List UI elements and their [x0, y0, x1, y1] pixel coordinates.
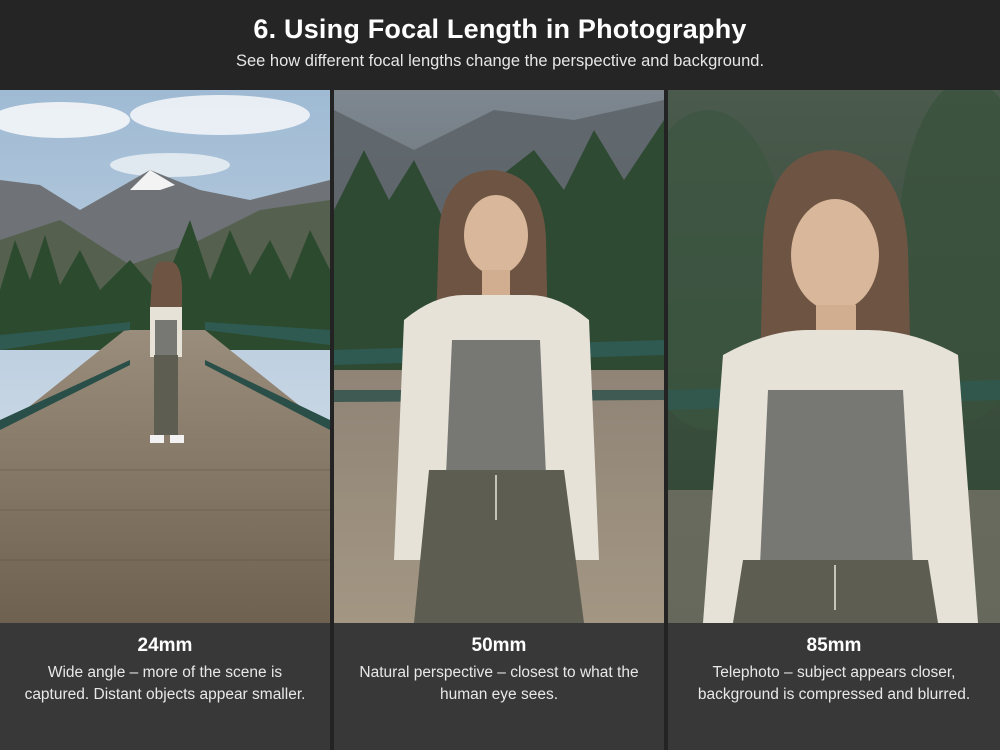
focal-length-label: 85mm — [806, 635, 862, 656]
focal-length-description: Telephoto – subject appears closer, back… — [697, 664, 971, 703]
focal-length-description: Wide angle – more of the scene is captur… — [24, 664, 306, 703]
focal-panel-85mm: 85mm Telephoto – subject appears closer,… — [668, 90, 1000, 750]
photo-50mm-illustration — [334, 90, 664, 623]
photo-50mm — [334, 90, 664, 623]
caption-24mm: 24mm Wide angle – more of the scene is c… — [0, 623, 330, 750]
focal-panel-50mm: 50mm Natural perspective – closest to wh… — [334, 90, 664, 750]
focal-length-label: 50mm — [471, 635, 527, 656]
focal-panel-24mm: 24mm Wide angle – more of the scene is c… — [0, 90, 330, 750]
photo-85mm-illustration — [668, 90, 1000, 623]
photo-24mm — [0, 90, 330, 623]
page-subtitle: See how different focal lengths change t… — [235, 52, 765, 70]
photo-24mm-illustration — [0, 90, 330, 623]
caption-85mm: 85mm Telephoto – subject appears closer,… — [668, 623, 1000, 750]
header: 6. Using Focal Length in Photography See… — [0, 0, 1000, 90]
caption-50mm: 50mm Natural perspective – closest to wh… — [334, 623, 664, 750]
focal-length-label: 24mm — [137, 635, 193, 656]
photo-85mm — [668, 90, 1000, 623]
focal-length-description: Natural perspective – closest to what th… — [359, 664, 639, 703]
page-title: 6. Using Focal Length in Photography — [253, 14, 747, 44]
